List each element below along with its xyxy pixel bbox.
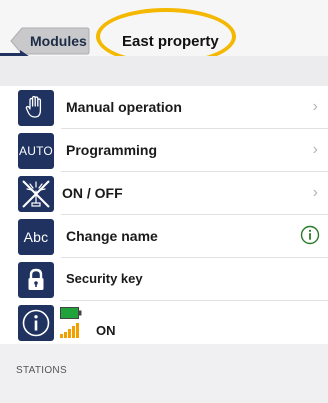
menu-item-label: Programming xyxy=(66,142,158,158)
abc-icon-text: Abc xyxy=(23,229,49,245)
menu-item-status[interactable]: ON xyxy=(0,301,328,344)
menu-item-label: ON / OFF xyxy=(62,185,123,201)
abc-icon: Abc xyxy=(18,219,54,255)
info-icon xyxy=(18,305,54,341)
chevron-right-icon: › xyxy=(312,141,318,158)
chevron-right-icon: › xyxy=(312,184,318,201)
sprinkler-off-icon xyxy=(18,176,54,212)
chevron-right-icon: › xyxy=(312,98,318,115)
hand-icon xyxy=(18,90,54,126)
menu-item-label: Change name xyxy=(66,228,158,244)
signal-strength-icon xyxy=(60,321,80,344)
auto-icon: AUTO xyxy=(18,133,54,169)
section-header-stations: STATIONS xyxy=(16,365,67,376)
info-icon[interactable] xyxy=(300,225,320,250)
header-spacer xyxy=(0,56,328,86)
padlock-icon xyxy=(18,262,54,298)
status-label: ON xyxy=(96,323,116,338)
back-button-label: Modules xyxy=(30,33,87,49)
module-menu-list: Manual operation › AUTO Programming › ON… xyxy=(0,86,328,344)
menu-item-label: Manual operation xyxy=(66,99,182,115)
menu-item-programming[interactable]: AUTO Programming › xyxy=(0,129,328,172)
menu-item-change-name[interactable]: Abc Change name xyxy=(0,215,328,258)
menu-item-manual-operation[interactable]: Manual operation › xyxy=(0,86,328,129)
menu-item-security-key[interactable]: Security key xyxy=(0,258,328,301)
menu-item-label: Security key xyxy=(66,271,143,286)
auto-icon-text: AUTO xyxy=(19,144,53,158)
menu-item-on-off[interactable]: ON / OFF › xyxy=(0,172,328,215)
